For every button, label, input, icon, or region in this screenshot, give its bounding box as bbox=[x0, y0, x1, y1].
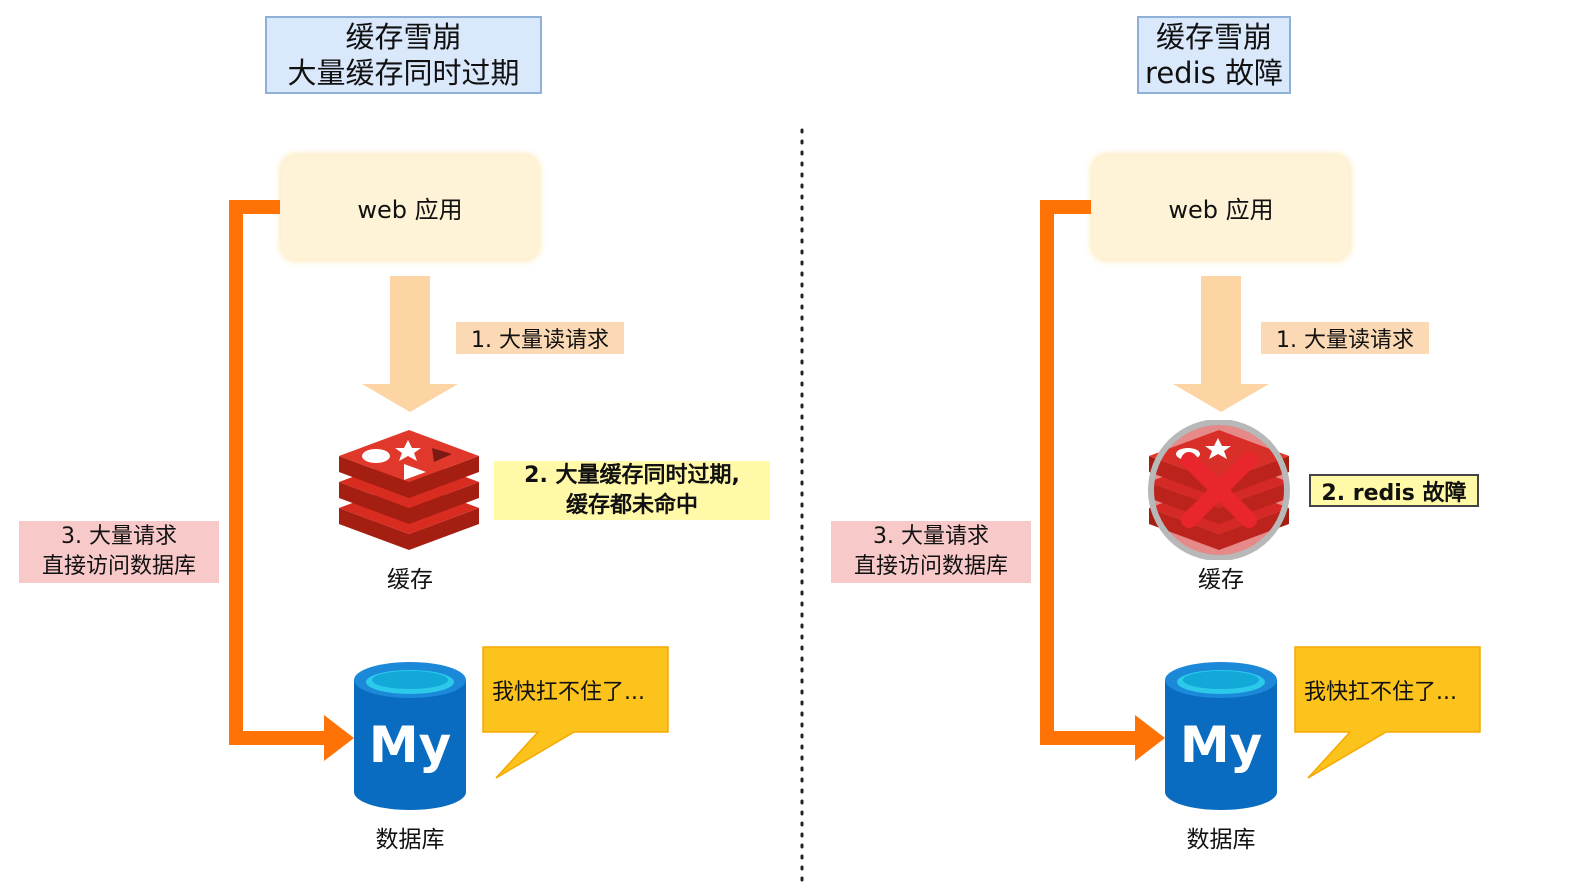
right-panel-title: 缓存雪崩 redis 故障 bbox=[1137, 16, 1291, 94]
left-mysql-logo-text: My bbox=[369, 716, 451, 774]
left-step2-tag: 2. 大量缓存同时过期, 缓存都未命中 bbox=[494, 461, 770, 520]
right-db-path-arrow bbox=[1040, 200, 1165, 761]
left-title-line1: 缓存雪崩 bbox=[345, 20, 462, 54]
right-mysql-database-icon: My bbox=[1165, 662, 1277, 810]
left-bubble-text: 我快扛不住了... bbox=[492, 680, 645, 705]
left-speech-bubble bbox=[482, 646, 669, 779]
left-db-path-arrow bbox=[229, 200, 354, 761]
right-step2-tag: 2. redis 故障 bbox=[1309, 474, 1479, 507]
left-mysql-database-icon: My bbox=[354, 662, 466, 810]
left-db-label: 数据库 bbox=[375, 827, 445, 853]
left-read-request-arrow bbox=[362, 276, 458, 412]
right-title-line1: 缓存雪崩 bbox=[1155, 20, 1272, 54]
right-web-app-label: web 应用 bbox=[1168, 196, 1274, 224]
right-read-request-arrow bbox=[1173, 276, 1269, 412]
right-cache-label: 缓存 bbox=[1198, 567, 1244, 593]
right-mysql-logo-text: My bbox=[1180, 716, 1262, 774]
right-step1-tag: 1. 大量读请求 bbox=[1261, 322, 1429, 354]
right-bubble-text: 我快扛不住了... bbox=[1304, 680, 1457, 705]
right-speech-bubble bbox=[1294, 646, 1481, 779]
left-panel-title: 缓存雪崩 大量缓存同时过期 bbox=[265, 16, 542, 94]
right-title-line2: redis 故障 bbox=[1145, 56, 1283, 90]
left-title-line2: 大量缓存同时过期 bbox=[287, 56, 520, 90]
left-web-app-label: web 应用 bbox=[357, 196, 463, 224]
right-db-label: 数据库 bbox=[1186, 827, 1256, 853]
left-cache-label: 缓存 bbox=[387, 567, 433, 593]
left-step1-tag: 1. 大量读请求 bbox=[456, 322, 624, 354]
right-step3-tag: 3. 大量请求 直接访问数据库 bbox=[831, 521, 1031, 583]
left-step3-tag: 3. 大量请求 直接访问数据库 bbox=[19, 521, 219, 583]
